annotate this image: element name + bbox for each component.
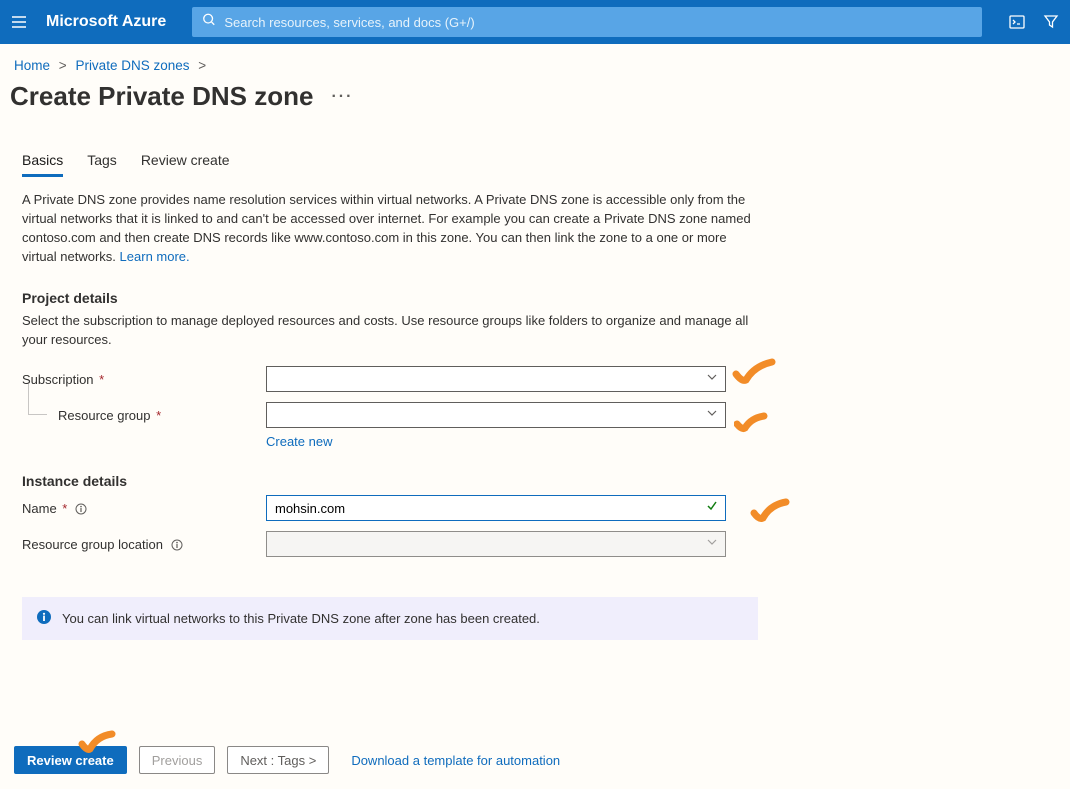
required-indicator: * bbox=[96, 372, 105, 387]
tab-review[interactable]: Review create bbox=[141, 152, 230, 177]
next-tags-button[interactable]: Next : Tags > bbox=[227, 746, 329, 774]
annotation-checkmark bbox=[750, 498, 790, 531]
subscription-label: Subscription * bbox=[22, 372, 266, 387]
annotation-checkmark bbox=[732, 358, 776, 393]
name-row: Name * bbox=[22, 495, 758, 521]
required-indicator: * bbox=[59, 501, 68, 516]
breadcrumb-home[interactable]: Home bbox=[14, 58, 50, 73]
name-label: Name * bbox=[22, 501, 266, 516]
project-details-desc: Select the subscription to manage deploy… bbox=[22, 312, 758, 350]
annotation-checkmark bbox=[734, 412, 768, 439]
brand-label[interactable]: Microsoft Azure bbox=[46, 13, 166, 31]
more-actions-icon[interactable]: ··· bbox=[331, 88, 353, 106]
resource-group-row: Resource group * bbox=[22, 402, 758, 428]
resource-group-select[interactable] bbox=[266, 402, 726, 428]
page-title-row: Create Private DNS zone ··· bbox=[0, 73, 1070, 112]
subscription-select[interactable] bbox=[266, 366, 726, 392]
location-label: Resource group location bbox=[22, 537, 266, 552]
name-input[interactable] bbox=[266, 495, 726, 521]
info-icon[interactable] bbox=[75, 503, 87, 515]
chevron-right-icon: > bbox=[198, 58, 206, 73]
form-content: A Private DNS zone provides name resolut… bbox=[0, 177, 780, 640]
instance-details-heading: Instance details bbox=[22, 473, 758, 489]
required-indicator: * bbox=[153, 408, 162, 423]
location-select bbox=[266, 531, 726, 557]
cloud-shell-icon[interactable] bbox=[1008, 13, 1026, 31]
learn-more-link[interactable]: Learn more. bbox=[120, 249, 190, 264]
link-networks-infobox: You can link virtual networks to this Pr… bbox=[22, 597, 758, 640]
previous-button[interactable]: Previous bbox=[139, 746, 216, 774]
breadcrumb: Home > Private DNS zones > bbox=[0, 44, 1070, 73]
tabs: Basics Tags Review create bbox=[0, 112, 1070, 177]
directory-filter-icon[interactable] bbox=[1042, 13, 1060, 31]
tab-tags[interactable]: Tags bbox=[87, 152, 117, 177]
annotation-checkmark bbox=[78, 730, 116, 761]
search-icon bbox=[202, 13, 216, 32]
location-row: Resource group location bbox=[22, 531, 758, 557]
hamburger-icon[interactable] bbox=[10, 13, 28, 31]
check-icon bbox=[706, 499, 718, 517]
search-wrapper bbox=[192, 7, 982, 37]
create-new-link[interactable]: Create new bbox=[266, 434, 758, 449]
download-template-link[interactable]: Download a template for automation bbox=[351, 753, 560, 768]
page-title: Create Private DNS zone bbox=[10, 81, 313, 112]
top-bar: Microsoft Azure bbox=[0, 0, 1070, 44]
chevron-right-icon: > bbox=[59, 58, 67, 73]
search-input[interactable] bbox=[192, 7, 982, 37]
project-details-heading: Project details bbox=[22, 290, 758, 306]
tab-basics[interactable]: Basics bbox=[22, 152, 63, 177]
info-icon bbox=[36, 609, 52, 628]
basics-description: A Private DNS zone provides name resolut… bbox=[22, 191, 758, 266]
resource-group-label: Resource group * bbox=[22, 408, 266, 423]
info-icon[interactable] bbox=[171, 539, 183, 551]
topbar-right-icons bbox=[1008, 13, 1060, 31]
infobox-text: You can link virtual networks to this Pr… bbox=[62, 611, 540, 626]
subscription-row: Subscription * bbox=[22, 366, 758, 392]
breadcrumb-zones[interactable]: Private DNS zones bbox=[75, 58, 189, 73]
